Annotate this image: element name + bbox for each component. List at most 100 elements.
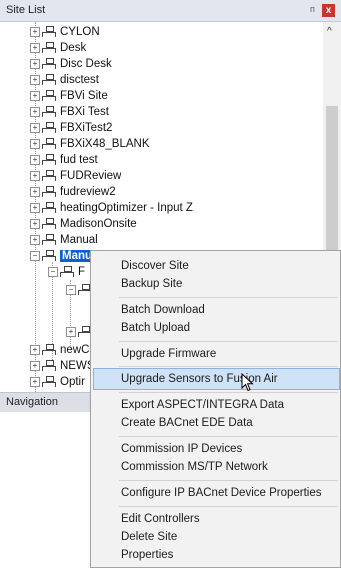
site-icon [42,74,56,86]
expand-icon[interactable]: + [30,27,40,37]
expand-icon[interactable]: + [30,107,40,117]
menu-separator [119,297,338,298]
menu-item-batch-download[interactable]: Batch Download [121,304,205,316]
site-icon [42,106,56,118]
tree-item-site[interactable]: + heatingOptimizer - Input Z [30,202,193,218]
expand-icon[interactable]: + [30,203,40,213]
network-icon [60,266,74,278]
expand-icon[interactable]: + [30,91,40,101]
site-icon [42,122,56,134]
site-label: FBVi Site [60,90,108,102]
site-label: disctest [60,74,99,86]
expand-icon[interactable]: + [30,75,40,85]
menu-item-commission-ip-devices[interactable]: Commission IP Devices [121,443,242,455]
menu-item-edit-controllers[interactable]: Edit Controllers [121,513,200,525]
site-icon [42,186,56,198]
site-icon [42,360,56,372]
expand-icon[interactable]: + [66,327,76,337]
site-icon [42,42,56,54]
tree-item-site[interactable]: + FBXiX48_BLANK [30,138,150,154]
menu-item-properties[interactable]: Properties [121,549,173,561]
menu-item-upgrade-firmware[interactable]: Upgrade Firmware [121,348,216,360]
site-icon [42,376,56,388]
collapse-icon[interactable]: − [66,285,76,295]
site-icon [42,58,56,70]
site-label: FUDReview [60,170,122,182]
tree-item-site[interactable]: + Disc Desk [30,58,112,74]
menu-item-discover-site[interactable]: Discover Site [121,260,189,272]
site-label: fud test [60,154,98,166]
tree-item-site[interactable]: + FUDReview [30,170,121,186]
site-label: heatingOptimizer - Input Z [60,202,193,214]
scroll-up-icon[interactable]: ^ [327,26,332,37]
site-label: MadisonOnsite [60,218,137,230]
tree-item-site[interactable]: + FBVi Site [30,90,108,106]
expand-icon[interactable]: + [30,345,40,355]
menu-item-export-aspect-integra[interactable]: Export ASPECT/INTEGRA Data [121,399,284,411]
tree-item-site[interactable]: + newC [30,344,89,360]
tree-item-site[interactable]: + Optir [30,376,85,392]
expand-icon[interactable]: + [30,361,40,371]
menu-item-batch-upload[interactable]: Batch Upload [121,322,190,334]
pin-icon[interactable]: ᴨ [310,4,315,14]
site-label: newC [60,344,90,356]
tree-item-site[interactable]: + Manual [30,234,98,250]
tree-item-site[interactable]: + NEWS [30,360,95,376]
site-icon [42,234,56,246]
child-label: F [78,266,86,278]
collapse-icon[interactable]: − [48,267,58,277]
tree-item-child[interactable]: − F [48,266,85,282]
menu-separator [119,341,338,342]
menu-item-backup-site[interactable]: Backup Site [121,278,182,290]
site-icon [42,250,56,262]
site-icon [42,26,56,38]
menu-item-create-bacnet-ede[interactable]: Create BACnet EDE Data [121,417,253,429]
context-menu: Discover Site Backup Site Batch Download… [90,250,341,568]
site-label: Disc Desk [60,58,112,70]
tree-item-site[interactable]: + Desk [30,42,86,58]
tree-item-site[interactable]: + disctest [30,74,99,90]
menu-item-configure-ip-bacnet[interactable]: Configure IP BACnet Device Properties [121,487,322,499]
site-icon [42,90,56,102]
site-icon [42,154,56,166]
menu-separator [119,392,338,393]
site-label: FBXi Test [60,106,109,118]
site-label: Manual [60,234,98,246]
site-icon [42,344,56,356]
expand-icon[interactable]: + [30,155,40,165]
menu-item-delete-site[interactable]: Delete Site [121,531,177,543]
menu-separator [119,480,338,481]
expand-icon[interactable]: + [30,43,40,53]
collapse-icon[interactable]: − [30,251,40,261]
tree-item-site[interactable]: + FBXiTest2 [30,122,112,138]
expand-icon[interactable]: + [30,235,40,245]
navigation-title: Navigation [6,396,58,408]
menu-separator [119,506,338,507]
site-label: FBXiX48_BLANK [60,138,150,150]
site-label: fudreview2 [60,186,116,198]
site-list-title: Site List [6,4,46,16]
tree-item-site[interactable]: + CYLON [30,26,100,42]
tree-item-site[interactable]: + fud test [30,154,98,170]
expand-icon[interactable]: + [30,171,40,181]
tree-item-site[interactable]: + fudreview2 [30,186,116,202]
site-label: Optir [60,376,85,388]
site-icon [42,218,56,230]
site-label: FBXiTest2 [60,122,113,134]
expand-icon[interactable]: + [30,219,40,229]
expand-icon[interactable]: + [30,377,40,387]
tree-item-site[interactable]: + FBXi Test [30,106,109,122]
expand-icon[interactable]: + [30,123,40,133]
menu-separator [119,436,338,437]
expand-icon[interactable]: + [30,59,40,69]
expand-icon[interactable]: + [30,139,40,149]
site-icon [42,138,56,150]
close-icon[interactable]: x [322,4,335,17]
site-list-title-bar: Site List ᴨ x [0,0,341,22]
site-label: CYLON [60,26,100,38]
expand-icon[interactable]: + [30,187,40,197]
site-label: Desk [60,42,87,54]
menu-separator [119,366,338,367]
menu-item-commission-mstp[interactable]: Commission MS/TP Network [121,461,268,473]
tree-item-site[interactable]: + MadisonOnsite [30,218,137,234]
